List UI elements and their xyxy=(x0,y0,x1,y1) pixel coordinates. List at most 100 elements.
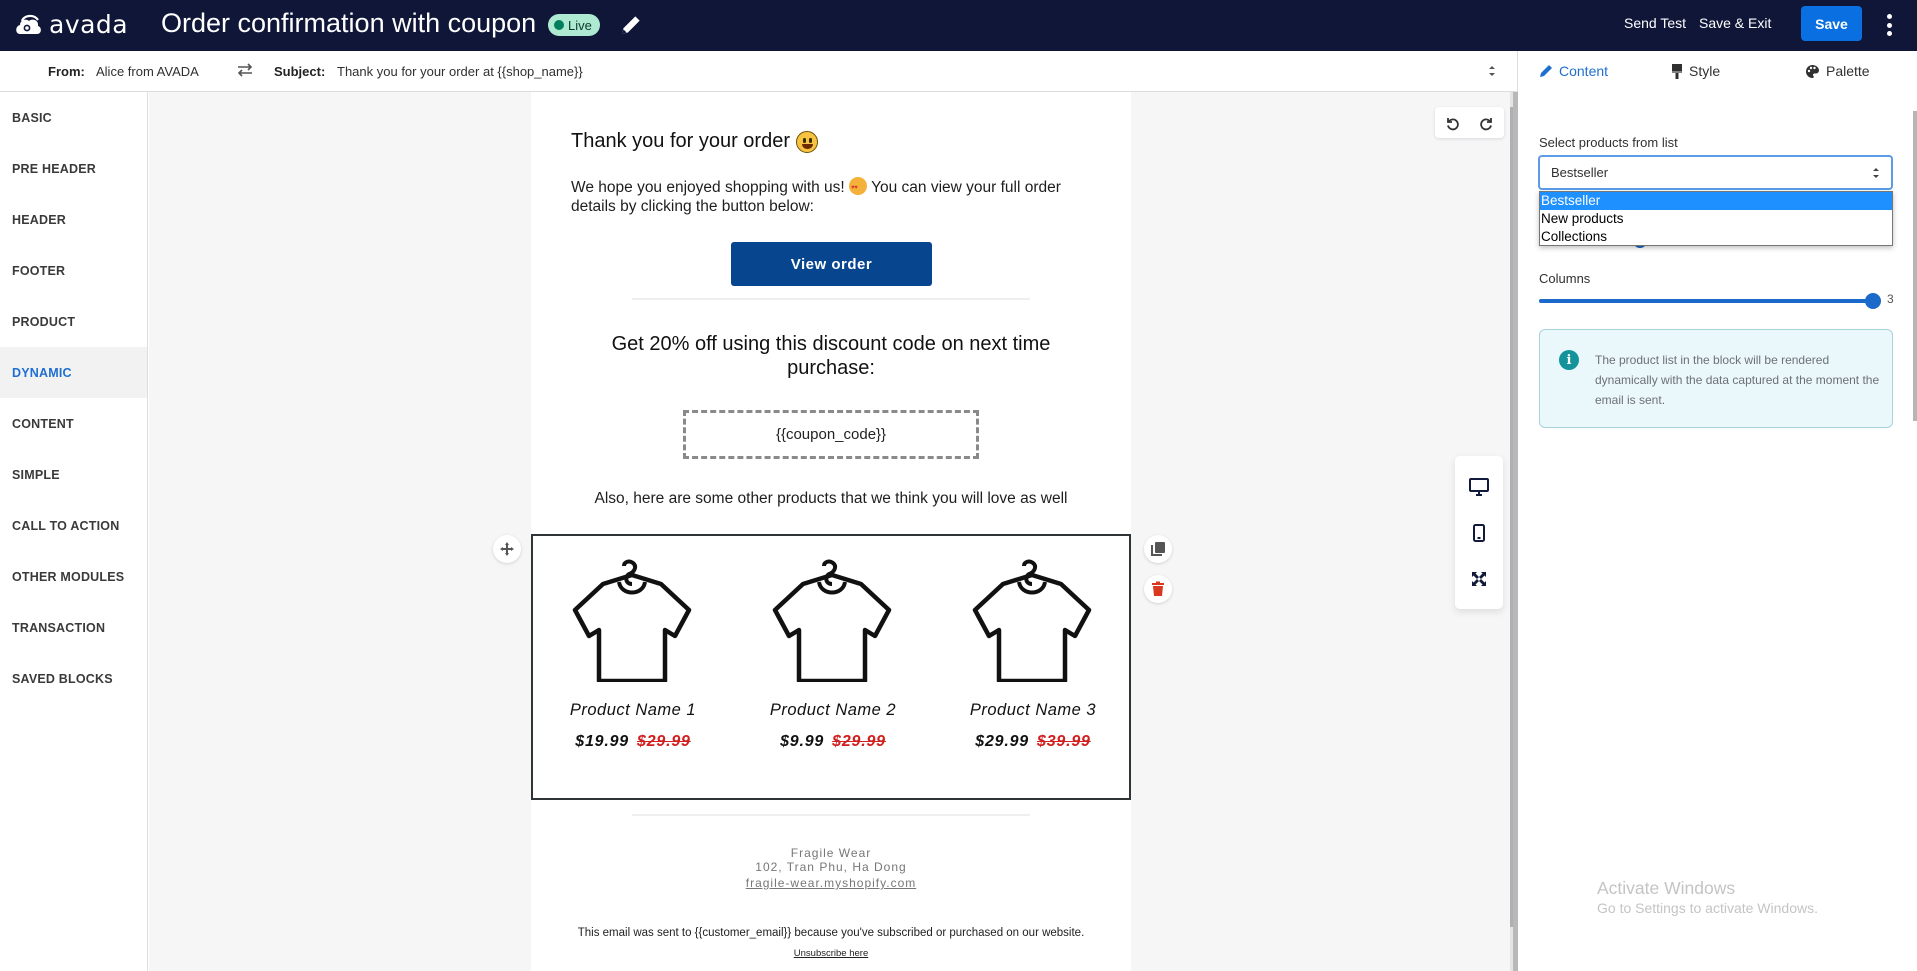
dropdown-option-bestseller[interactable]: Bestseller xyxy=(1540,192,1892,210)
dropdown-option-collections[interactable]: Collections xyxy=(1540,228,1892,246)
product-list-select[interactable]: Bestseller xyxy=(1538,155,1893,190)
sidebar-item-product[interactable]: PRODUCT xyxy=(0,296,147,347)
tab-content[interactable]: Content xyxy=(1539,63,1608,79)
email-heading-text: Thank you for your order xyxy=(571,130,790,152)
product-price: $29.99 $39.99 xyxy=(933,733,1133,751)
properties-panel: Content Style Palette Select products fr… xyxy=(1513,51,1917,971)
coupon-code-box[interactable]: {{coupon_code}} xyxy=(683,410,979,459)
save-and-exit-button[interactable]: Save & Exit xyxy=(1699,15,1771,31)
email-canvas: Thank you for your order We hope you enj… xyxy=(149,92,1515,971)
sidebar-item-content[interactable]: CONTENT xyxy=(0,398,147,449)
pencil-icon xyxy=(1540,65,1552,77)
tab-style[interactable]: Style xyxy=(1671,63,1720,79)
paint-brush-icon xyxy=(1672,63,1682,79)
view-order-button[interactable]: View order xyxy=(731,242,932,286)
product-name: Product Name 3 xyxy=(969,701,1097,719)
from-label: From: xyxy=(48,64,85,79)
select-products-label: Select products from list xyxy=(1539,135,1678,150)
dynamic-product-block[interactable]: Product Name 1 $19.99 $29.99 Product Name… xyxy=(531,534,1131,800)
unsubscribe-link[interactable]: Unsubscribe here xyxy=(531,948,1131,959)
save-button[interactable]: Save xyxy=(1801,6,1862,41)
subject-label: Subject: xyxy=(274,64,326,79)
columns-slider[interactable] xyxy=(1539,293,1881,309)
move-block-handle[interactable] xyxy=(493,535,521,563)
tab-palette-label: Palette xyxy=(1826,63,1870,79)
properties-tabs: Content Style Palette xyxy=(1518,51,1917,92)
columns-label: Columns xyxy=(1539,271,1591,286)
duplicate-block-button[interactable] xyxy=(1144,535,1172,563)
tshirt-hanger-icon xyxy=(772,559,892,682)
footer-store-info[interactable]: Fragile Wear 102, Tran Phu, Ha Dong frag… xyxy=(531,846,1131,890)
sidebar-item-footer[interactable]: FOOTER xyxy=(0,245,147,296)
sale-price: $29.99 xyxy=(975,733,1029,750)
store-website-link[interactable]: fragile-wear.myshopify.com xyxy=(531,876,1131,890)
redo-icon[interactable] xyxy=(1479,115,1495,131)
sidebar-item-basic[interactable]: BASIC xyxy=(0,92,147,143)
divider xyxy=(632,814,1030,816)
sidebar-item-pre-header[interactable]: PRE HEADER xyxy=(0,143,147,194)
discount-text[interactable]: Get 20% off using this discount code on … xyxy=(591,332,1071,380)
sale-price: $19.99 xyxy=(575,733,629,750)
send-test-button[interactable]: Send Test xyxy=(1624,15,1686,31)
live-dot-icon xyxy=(554,20,564,30)
tab-palette[interactable]: Palette xyxy=(1805,63,1870,79)
subject-value[interactable]: Thank you for your order at {{shop_name}… xyxy=(337,64,583,79)
duplicate-icon xyxy=(1151,542,1165,556)
sidebar-item-call-to-action[interactable]: CALL TO ACTION xyxy=(0,500,147,551)
sidebar-item-dynamic[interactable]: DYNAMIC xyxy=(0,347,147,398)
compare-at-price: $29.99 xyxy=(832,733,886,750)
email-intro-text[interactable]: We hope you enjoyed shopping with us! Yo… xyxy=(571,177,1091,216)
more-options-icon[interactable] xyxy=(1882,12,1896,38)
tshirt-hanger-icon xyxy=(972,559,1092,682)
info-notice: i The product list in the block will be … xyxy=(1539,329,1893,428)
swap-icon[interactable] xyxy=(236,61,254,79)
watermark-line-2: Go to Settings to activate Windows. xyxy=(1597,900,1818,916)
smiley-emoji-icon xyxy=(796,130,818,153)
dropdown-option-new-products[interactable]: New products xyxy=(1540,210,1892,228)
compare-at-price: $29.99 xyxy=(637,733,691,750)
tab-content-label: Content xyxy=(1559,63,1609,79)
tshirt-hanger-icon xyxy=(572,559,692,682)
expand-toggle-icon[interactable] xyxy=(1486,63,1498,79)
undo-icon[interactable] xyxy=(1444,115,1460,131)
top-bar: avada Order confirmation with coupon Liv… xyxy=(0,0,1917,51)
compare-at-price: $39.99 xyxy=(1037,733,1091,750)
divider xyxy=(632,298,1030,300)
columns-slider-knob[interactable] xyxy=(1865,293,1881,309)
delete-block-button[interactable] xyxy=(1144,575,1172,603)
avada-logo-icon xyxy=(16,14,41,34)
product-price: $9.99 $29.99 xyxy=(733,733,933,751)
sale-price: $9.99 xyxy=(780,733,825,750)
sidebar-item-other-modules[interactable]: OTHER MODULES xyxy=(0,551,147,602)
avada-logo[interactable]: avada xyxy=(14,10,128,39)
sidebar-item-saved-blocks[interactable]: SAVED BLOCKS xyxy=(0,653,147,704)
sidebar-item-simple[interactable]: SIMPLE xyxy=(0,449,147,500)
columns-value: 3 xyxy=(1887,292,1894,306)
sidebar-item-header[interactable]: HEADER xyxy=(0,194,147,245)
intro-part-1: We hope you enjoyed shopping with us! xyxy=(571,179,845,196)
store-name: Fragile Wear xyxy=(790,846,872,860)
product-name: Product Name 1 xyxy=(569,701,697,719)
fullscreen-icon[interactable] xyxy=(1471,571,1487,587)
recommendation-text[interactable]: Also, here are some other products that … xyxy=(531,490,1131,508)
edit-title-icon[interactable] xyxy=(618,12,644,38)
page-title: Order confirmation with coupon xyxy=(161,8,537,38)
history-controls xyxy=(1435,107,1504,138)
windows-activation-watermark: Activate Windows Go to Settings to activ… xyxy=(1597,878,1818,916)
desktop-icon[interactable] xyxy=(1469,478,1489,497)
product-price: $19.99 $29.99 xyxy=(533,733,733,751)
status-badge: Live xyxy=(548,14,600,36)
watermark-line-1: Activate Windows xyxy=(1597,878,1736,898)
product-list-select-value: Bestseller xyxy=(1551,165,1609,180)
info-icon: i xyxy=(1559,350,1579,370)
from-value[interactable]: Alice from AVADA xyxy=(96,64,199,79)
sidebar-item-transaction[interactable]: TRANSACTION xyxy=(0,602,147,653)
panel-divider-scrollbar[interactable] xyxy=(1513,92,1518,971)
mobile-icon[interactable] xyxy=(1473,524,1485,543)
email-heading[interactable]: Thank you for your order xyxy=(571,130,818,153)
palette-icon xyxy=(1806,64,1819,78)
tab-style-label: Style xyxy=(1689,63,1721,79)
panel-scrollbar[interactable] xyxy=(1913,111,1917,421)
device-preview-panel xyxy=(1455,456,1503,609)
block-category-sidebar: BASIC PRE HEADER HEADER FOOTER PRODUCT D… xyxy=(0,92,148,971)
